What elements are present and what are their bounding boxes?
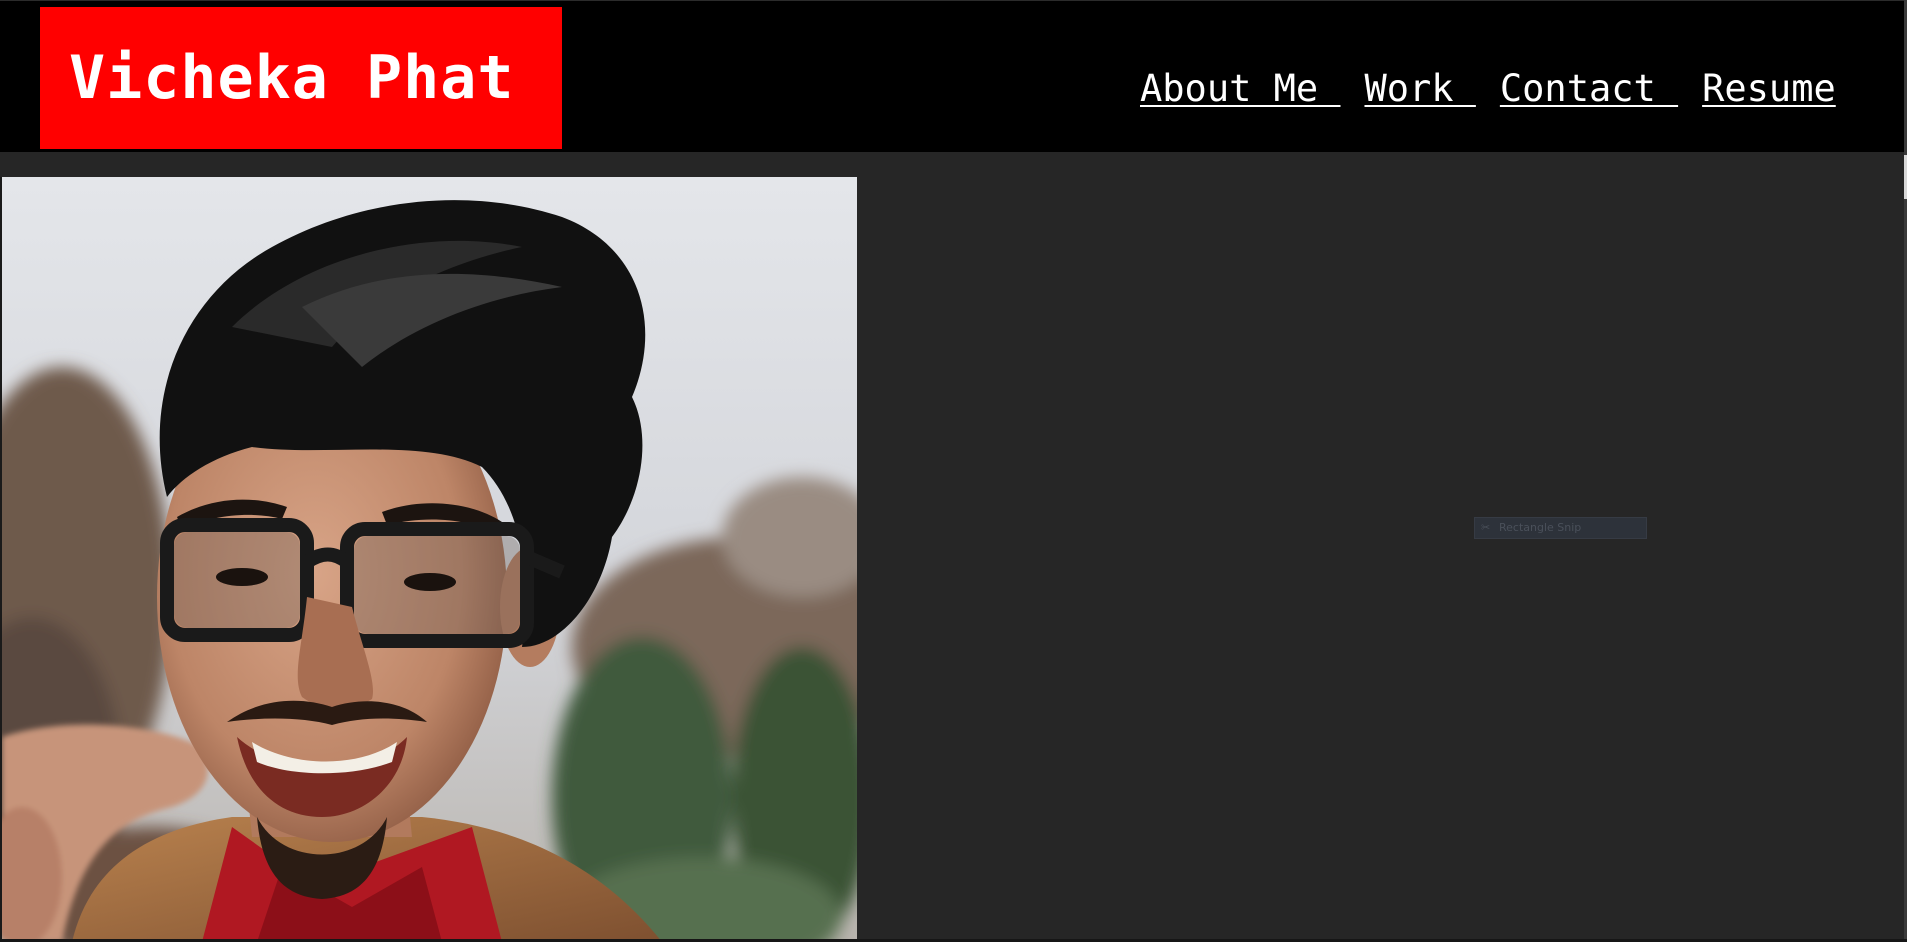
scissors-icon: ✂ bbox=[1481, 521, 1491, 534]
nav-link-resume[interactable]: Resume bbox=[1702, 67, 1836, 110]
main-nav: About Me Work Contact Resume bbox=[1140, 67, 1836, 110]
nav-link-contact[interactable]: Contact bbox=[1500, 67, 1678, 110]
profile-photo bbox=[0, 177, 857, 942]
nav-link-work[interactable]: Work bbox=[1364, 67, 1475, 110]
site-title[interactable]: Vicheka Phat bbox=[40, 7, 562, 149]
site-header: Vicheka Phat About Me Work Contact Resum… bbox=[0, 0, 1904, 152]
page: Vicheka Phat About Me Work Contact Resum… bbox=[0, 0, 1907, 942]
nav-link-about-me[interactable]: About Me bbox=[1140, 67, 1340, 110]
rectangle-snip-tooltip: ✂ Rectangle Snip bbox=[1474, 517, 1647, 539]
rectangle-snip-label: Rectangle Snip bbox=[1499, 521, 1582, 534]
